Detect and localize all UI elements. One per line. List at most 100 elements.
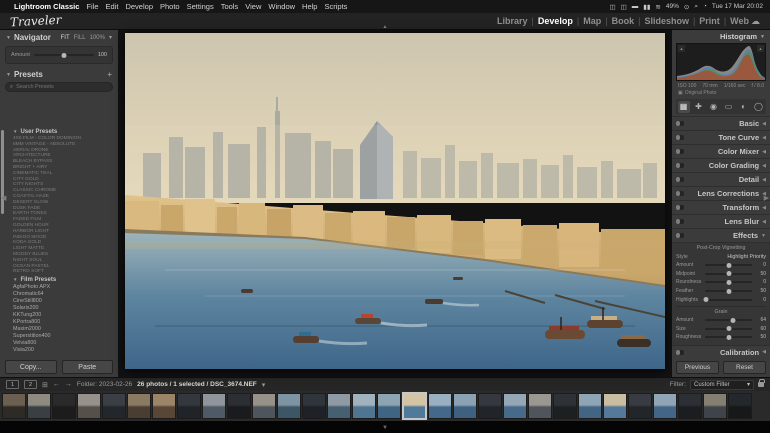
preset-item[interactable]: Superstition400	[13, 333, 118, 340]
section-color-mixer[interactable]: Color Mixer ◀	[672, 144, 770, 158]
filmstrip-thumbnail-15[interactable]	[377, 393, 401, 419]
preset-item[interactable]: Maxim2000	[13, 326, 118, 333]
right-panel-collapse-arrow[interactable]: ▶	[764, 194, 769, 202]
amount-slider[interactable]	[33, 52, 94, 58]
slider-knob[interactable]	[726, 271, 731, 277]
histogram-graph[interactable]: ▲ ▲	[676, 43, 766, 81]
heal-tool[interactable]: ✚	[693, 101, 705, 113]
filmstrip-thumbnail-19[interactable]	[478, 393, 502, 419]
forward-arrow-icon[interactable]: →	[65, 381, 72, 388]
status-icon-0[interactable]: ◫	[609, 3, 615, 11]
filmstrip-thumbnail-21[interactable]	[528, 393, 552, 419]
histogram-collapse-icon[interactable]: ▼	[760, 34, 765, 40]
slider-track[interactable]	[705, 288, 752, 294]
preset-search-input[interactable]	[16, 84, 108, 90]
slider-knob[interactable]	[726, 279, 731, 285]
menu-item-photo[interactable]: Photo	[160, 2, 180, 11]
module-tab-library[interactable]: Library	[497, 16, 528, 26]
slider-amount[interactable]: Amount 0	[676, 261, 766, 270]
slider-track[interactable]	[705, 271, 752, 277]
red-eye-tool[interactable]: ◉	[708, 101, 720, 113]
crop-overlay-tool[interactable]: ▦	[677, 100, 690, 113]
preset-item[interactable]: Vista200	[13, 347, 118, 354]
filmstrip-thumbnail-2[interactable]	[52, 393, 76, 419]
filmstrip-thumbnail-11[interactable]	[277, 393, 301, 419]
slider-track[interactable]	[705, 262, 752, 268]
previous-button[interactable]: Previous	[676, 361, 719, 374]
filmstrip-thumbnail-25[interactable]	[628, 393, 652, 419]
section-transform[interactable]: Transform ◀	[672, 200, 770, 214]
highlight-clipping-icon[interactable]: ▲	[757, 45, 764, 52]
filmstrip-thumbnail-6[interactable]	[152, 393, 176, 419]
slider-knob[interactable]	[730, 317, 736, 323]
section-enable-switch[interactable]	[676, 135, 684, 140]
top-panel-collapse-arrow[interactable]: ▲	[383, 24, 388, 30]
filmstrip-thumbnail-13[interactable]	[327, 393, 351, 419]
status-icon-7[interactable]: ⌕	[694, 3, 698, 11]
filmstrip-thumbnail-23[interactable]	[578, 393, 602, 419]
brush-tool[interactable]: ◐	[738, 101, 750, 113]
menu-item-scripts[interactable]: Scripts	[324, 2, 347, 11]
section-basic[interactable]: Basic ◀	[672, 116, 770, 130]
filmstrip-thumbnail-27[interactable]	[678, 393, 702, 419]
radial-filter-tool[interactable]: ◯	[753, 101, 765, 113]
status-icon-3[interactable]: ▮▮	[643, 3, 650, 11]
source-chevron-icon[interactable]: ▾	[262, 381, 266, 389]
filter-dropdown[interactable]: Custom Filter ▾	[690, 379, 754, 390]
effects-expand-icon[interactable]: ▼	[761, 233, 766, 239]
filmstrip-thumbnail-0[interactable]	[2, 393, 26, 419]
group-collapse-icon[interactable]: ▼	[13, 129, 17, 134]
section-expand-icon[interactable]: ◀	[762, 177, 766, 183]
slider-highlights[interactable]: Highlights 0	[676, 295, 766, 304]
status-icon-5[interactable]: 49%	[666, 3, 679, 11]
menu-item-view[interactable]: View	[245, 2, 261, 11]
filmstrip-collapse-arrow[interactable]: ▼	[382, 425, 388, 431]
menu-item-edit[interactable]: Edit	[106, 2, 119, 11]
preset-item[interactable]: Solaris200	[13, 305, 118, 312]
filmstrip-thumbnail-17[interactable]	[428, 393, 452, 419]
module-tab-print[interactable]: Print	[699, 16, 720, 26]
slider-knob[interactable]	[726, 326, 731, 332]
filmstrip-thumbnail-3[interactable]	[77, 393, 101, 419]
section-enable-switch[interactable]	[676, 191, 684, 196]
module-tab-develop[interactable]: Develop	[538, 16, 573, 26]
menu-item-develop[interactable]: Develop	[125, 2, 153, 11]
section-effects[interactable]: Effects ▼	[672, 228, 770, 242]
zoom-chevron-icon[interactable]: ▾	[109, 34, 112, 41]
preset-item[interactable]: AgfaPhoto APX	[13, 284, 118, 291]
copy-button[interactable]: Copy...	[5, 360, 57, 374]
group-collapse-icon[interactable]: ▼	[13, 277, 17, 282]
slider-roundness[interactable]: Roundness 0	[676, 278, 766, 287]
slider-roughness[interactable]: Roughness 50	[676, 333, 766, 342]
folder-label[interactable]: Folder: 2023-02-26	[77, 381, 132, 388]
status-icon-8[interactable]: ◔	[703, 3, 707, 11]
module-tab-web[interactable]: Web	[730, 16, 749, 26]
filmstrip-thumbnail-20[interactable]	[503, 393, 527, 419]
preset-item[interactable]: Chromatic64	[13, 291, 118, 298]
section-expand-icon[interactable]: ◀	[762, 121, 766, 127]
preset-group-header[interactable]: ▼ Film Presets	[13, 275, 118, 284]
filmstrip-thumbnail-16[interactable]	[402, 392, 427, 420]
zoom-option-100[interactable]: 100%	[90, 35, 105, 41]
slider-track[interactable]	[705, 317, 752, 323]
menu-bar-clock[interactable]: Tue 17 Mar 20:02	[712, 3, 763, 10]
filmstrip-thumbnail-24[interactable]	[603, 393, 627, 419]
filmstrip-thumbnail-29[interactable]	[728, 393, 752, 419]
filmstrip-thumbnail-7[interactable]	[177, 393, 201, 419]
slider-track[interactable]	[703, 297, 752, 303]
paste-button[interactable]: Paste	[61, 360, 113, 374]
add-preset-button[interactable]: +	[107, 70, 112, 79]
filmstrip-thumbnail-10[interactable]	[252, 393, 276, 419]
module-tab-book[interactable]: Book	[612, 16, 635, 26]
menu-item-tools[interactable]: Tools	[221, 2, 239, 11]
slider-knob[interactable]	[726, 288, 731, 294]
selection-info[interactable]: 26 photos / 1 selected / DSC_3674.NEF	[137, 381, 257, 388]
menu-item-lightroom-classic[interactable]: Lightroom Classic	[14, 2, 79, 11]
slider-feather[interactable]: Feather 50	[676, 287, 766, 296]
section-enable-switch[interactable]	[676, 149, 684, 154]
effects-enable-switch[interactable]	[676, 233, 684, 238]
menu-item-window[interactable]: Window	[268, 2, 295, 11]
section-enable-switch[interactable]	[676, 219, 684, 224]
preset-group-header[interactable]: ▼NateMP Landscape	[13, 354, 118, 355]
zoom-option-fit[interactable]: FIT	[61, 35, 70, 41]
